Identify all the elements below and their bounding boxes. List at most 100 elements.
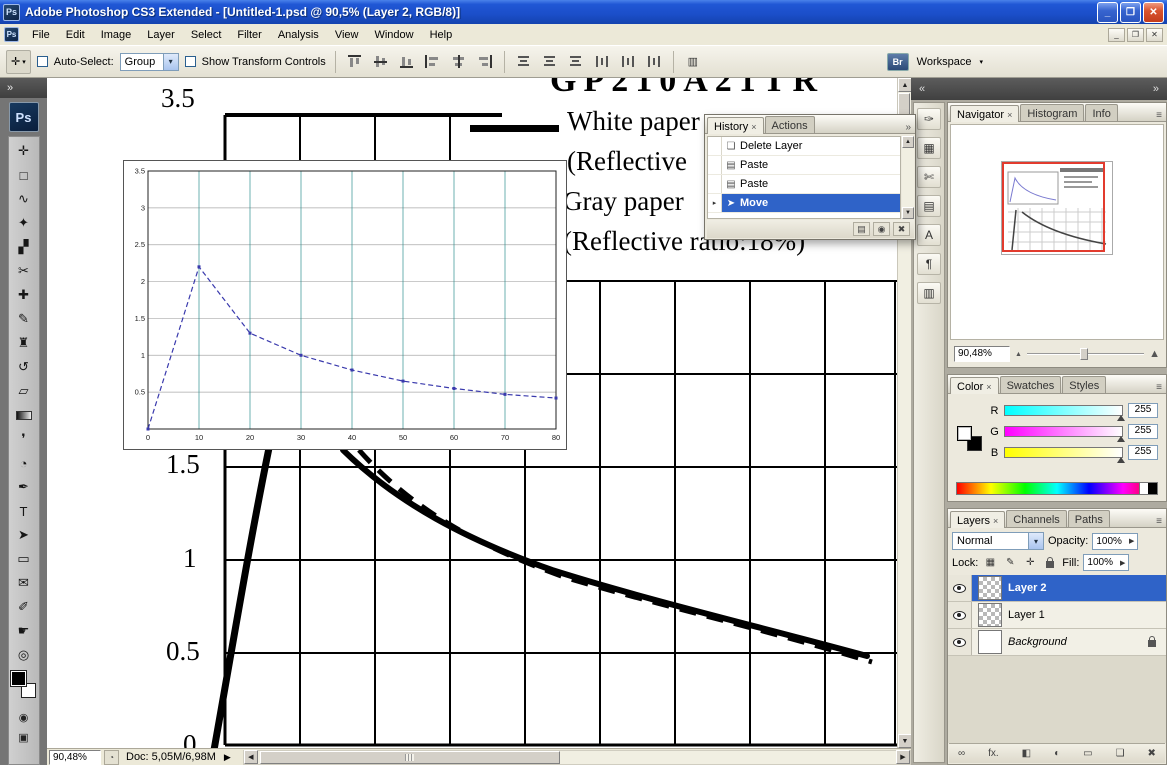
align-top-edges-button[interactable] [345,52,365,72]
black-chip[interactable] [1148,483,1157,494]
horizontal-scroll-track[interactable] [258,751,896,764]
fill-field[interactable]: 100% ▶ [1083,554,1129,571]
history-state-delete-layer[interactable]: ❏ Delete Layer [708,137,900,156]
layer-row-main[interactable]: Layer 1 [972,602,1166,628]
quick-mask-button[interactable]: ◉ [12,707,36,727]
tab-actions[interactable]: Actions [765,116,815,133]
layer-row-background[interactable]: Background [948,629,1166,656]
layer-row-main[interactable]: Layer 2 [972,575,1166,601]
menu-help[interactable]: Help [422,26,461,44]
auto-select-dropdown[interactable]: Group ▾ [120,53,179,71]
eraser-tool[interactable]: ▱ [10,379,38,403]
navigator-view-box[interactable] [1002,162,1105,252]
foreground-color-swatch[interactable] [11,671,26,686]
tab-history[interactable]: History × [707,117,764,134]
tab-channels[interactable]: Channels [1006,510,1066,527]
scroll-up-icon[interactable]: ▲ [902,136,914,148]
lock-position-button[interactable]: ✛ [1022,555,1038,570]
expand-dock-icon[interactable]: « [919,83,925,95]
gradient-tool[interactable] [10,403,38,427]
doc-close-button[interactable]: ✕ [1146,28,1163,42]
delete-layer-icon[interactable]: ✖ [1148,748,1156,759]
crop-tool[interactable]: ▞ [10,235,38,259]
menu-select[interactable]: Select [183,26,230,44]
history-brush-tool[interactable]: ↺ [10,355,38,379]
panel-menu-icon[interactable]: ≡ [1156,110,1162,121]
delete-state-icon[interactable]: ✖ [893,222,910,236]
tool-presets-panel-icon[interactable]: ▦ [917,137,941,159]
notes-tool[interactable]: ✉ [10,571,38,595]
layer-row-layer2[interactable]: Layer 2 [948,575,1166,602]
history-scrollbar[interactable]: ▲ ▼ [902,136,914,219]
white-chip[interactable] [1139,483,1148,494]
pen-tool[interactable]: ✒ [10,475,38,499]
layer-thumbnail[interactable] [978,603,1002,627]
visibility-cell[interactable] [948,629,972,655]
tab-navigator[interactable]: Navigator × [950,105,1019,122]
marquee-tool[interactable]: □ [10,163,38,187]
lock-all-button[interactable] [1042,555,1058,570]
menu-filter[interactable]: Filter [229,26,269,44]
layer-thumbnail[interactable] [978,576,1002,600]
foreground-color-swatch[interactable] [957,426,972,441]
workspace-label[interactable]: Workspace [917,56,972,68]
scrubby-arrow-icon[interactable]: ▶ [1120,559,1125,567]
slider-thumb-icon[interactable] [1117,457,1125,463]
horizontal-scroll-thumb[interactable] [260,751,560,764]
layer-mask-icon[interactable]: ◧ [1022,748,1031,759]
tab-histogram[interactable]: Histogram [1020,104,1084,121]
history-state-main[interactable]: ▤ Paste [722,156,900,174]
visibility-cell[interactable] [948,602,972,628]
history-state-paste-1[interactable]: ▤ Paste [708,156,900,175]
zoom-tool[interactable]: ◎ [10,643,38,667]
menu-image[interactable]: Image [93,26,140,44]
distribute-top-button[interactable] [514,52,534,72]
layer-comps-panel-icon[interactable]: ▤ [917,195,941,217]
tab-swatches[interactable]: Swatches [1000,376,1062,393]
brush-tool[interactable]: ✎ [10,307,38,331]
red-slider[interactable] [1004,405,1123,416]
scroll-right-icon[interactable]: ▶ [896,750,910,764]
dodge-tool[interactable]: ◔ [10,451,38,475]
menu-layer[interactable]: Layer [139,26,183,44]
tab-color[interactable]: Color × [950,377,999,394]
lasso-tool[interactable]: ∿ [10,187,38,211]
show-transform-checkbox[interactable] [185,56,196,67]
tab-info[interactable]: Info [1085,104,1117,121]
clone-source-panel-icon[interactable]: ✄ [917,166,941,188]
new-document-from-state-icon[interactable]: ▤ [853,222,870,236]
path-selection-tool[interactable]: ➤ [10,523,38,547]
history-state-main[interactable]: ▤ Paste [722,175,900,193]
collapse-panel-icon[interactable]: » [905,122,911,133]
swatches-panel-icon[interactable]: ▥ [917,282,941,304]
link-layers-icon[interactable]: ∞ [958,748,965,759]
blur-tool[interactable]: ❜ [10,427,38,451]
menu-edit[interactable]: Edit [58,26,93,44]
menu-file[interactable]: File [24,26,58,44]
scroll-left-icon[interactable]: ◀ [244,750,258,764]
history-palette[interactable]: History × Actions » ❏ Delete Layer ▤ Pas… [704,114,916,240]
navigator-zoom-field[interactable]: 90,48% [954,346,1010,362]
tab-styles[interactable]: Styles [1062,376,1106,393]
navigator-thumbnail[interactable] [1001,161,1113,255]
quick-selection-tool[interactable]: ✦ [10,211,38,235]
tab-close-icon[interactable]: × [993,516,998,526]
align-vertical-centers-button[interactable] [371,52,391,72]
color-spectrum-ramp[interactable] [956,482,1158,495]
auto-align-layers-button[interactable]: ▥ [683,52,703,72]
menu-window[interactable]: Window [366,26,421,44]
minimize-button[interactable]: _ [1097,2,1118,23]
lock-transparency-button[interactable]: ▦ [982,555,998,570]
layer-name[interactable]: Background [1008,636,1067,648]
history-source-cell[interactable] [708,137,722,155]
hand-tool[interactable]: ☛ [10,619,38,643]
distribute-right-button[interactable] [644,52,664,72]
tool-preset-picker[interactable]: ✛ ▾ [6,50,31,74]
adjustment-layer-icon[interactable]: ◐ [1054,748,1060,759]
layer-style-icon[interactable]: fx. [988,748,999,759]
new-layer-icon[interactable]: ❏ [1116,748,1125,759]
distribute-bottom-button[interactable] [566,52,586,72]
doc-restore-button[interactable]: ❐ [1127,28,1144,42]
visibility-cell[interactable] [948,575,972,601]
slider-thumb-icon[interactable] [1117,415,1125,421]
